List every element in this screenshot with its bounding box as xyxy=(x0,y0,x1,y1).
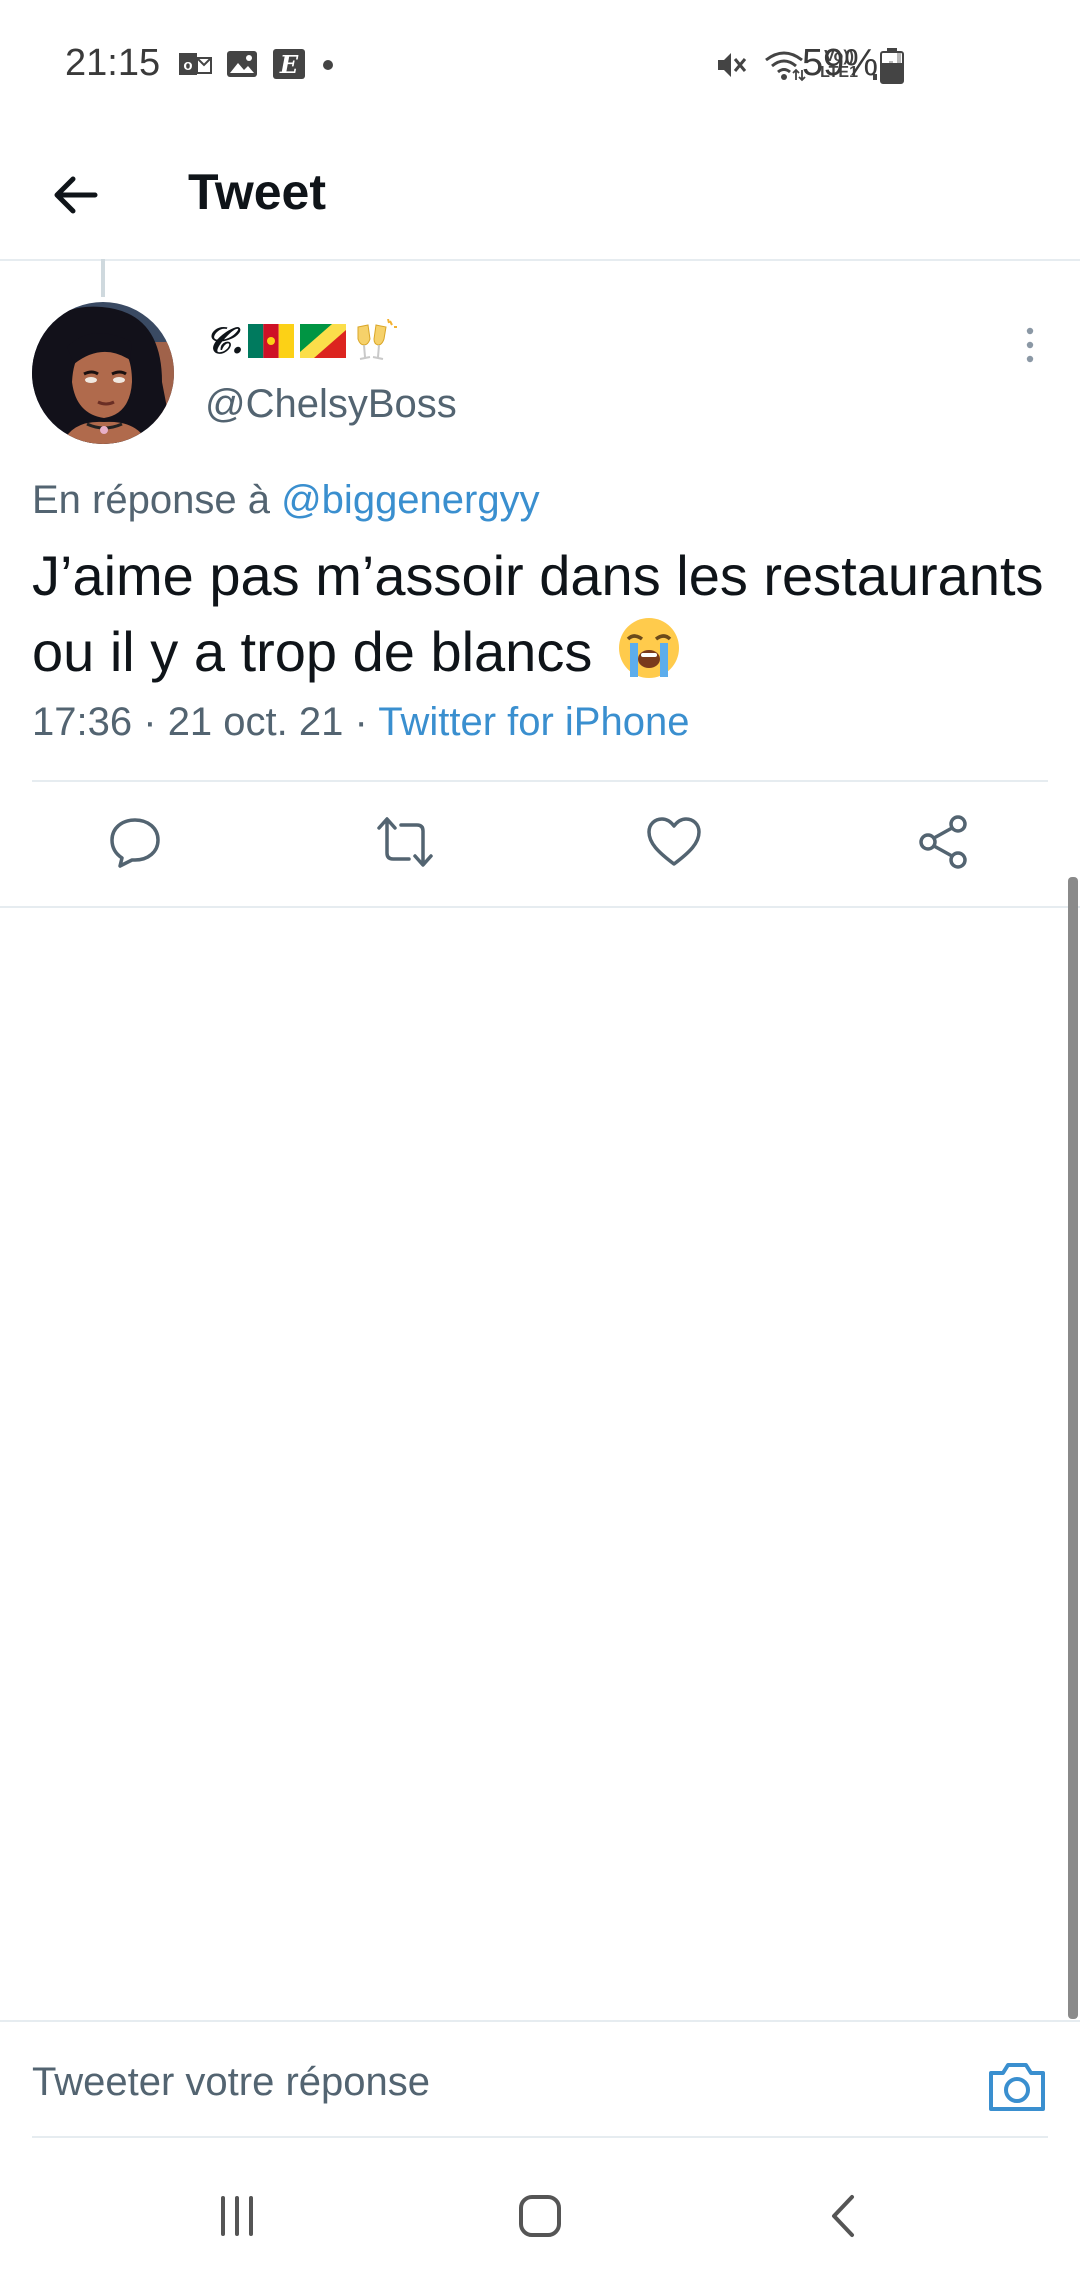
notification-icons: o E xyxy=(178,48,336,80)
gallery-icon xyxy=(227,51,257,77)
reply-icon xyxy=(110,818,160,868)
tweet-metadata: 17:36 · 21 oct. 21 · Twitter for iPhone xyxy=(32,700,689,745)
status-bar: 21:15 o E Vo)) LTE1 59% xyxy=(0,0,1080,135)
top-app-bar: Tweet xyxy=(0,135,1080,261)
reply-compose-input[interactable]: Tweeter votre réponse xyxy=(32,2060,430,2105)
share-button[interactable] xyxy=(914,812,974,872)
system-navigation-bar xyxy=(0,2140,1080,2280)
retweet-icon xyxy=(377,817,433,867)
divider xyxy=(32,2136,1048,2138)
back-nav-button[interactable] xyxy=(812,2186,872,2246)
arrow-left-icon xyxy=(54,176,98,214)
more-vertical-icon xyxy=(1026,327,1034,363)
home-button[interactable] xyxy=(510,2186,570,2246)
divider xyxy=(0,2020,1080,2022)
like-button[interactable] xyxy=(644,812,704,872)
mute-vibrate-icon xyxy=(718,53,747,77)
meta-separator-1: · xyxy=(143,700,157,744)
home-icon xyxy=(519,2195,561,2237)
loudly-crying-face-icon xyxy=(618,618,679,678)
status-time: 21:15 xyxy=(65,42,161,84)
divider xyxy=(0,906,1080,908)
reply-context: En réponse à @biggenergyy xyxy=(32,478,540,523)
flag-cameroon-icon xyxy=(247,324,294,358)
dot-icon xyxy=(323,60,333,70)
retweet-button[interactable] xyxy=(375,812,435,872)
display-name-text: 𝒞. xyxy=(205,319,244,362)
recent-apps-button[interactable] xyxy=(207,2186,267,2246)
clinking-glasses-icon xyxy=(357,319,397,360)
reply-prefix: En réponse à xyxy=(32,478,270,522)
page-title: Tweet xyxy=(188,164,326,220)
reply-button[interactable] xyxy=(105,812,165,872)
like-icon xyxy=(647,817,701,866)
thread-connector xyxy=(101,259,105,297)
scrollbar[interactable] xyxy=(1068,877,1078,2019)
avatar[interactable] xyxy=(32,302,174,444)
tweet-body: J’aime pas m’assoir dans les restaurants… xyxy=(32,544,1044,683)
battery-icon xyxy=(880,48,904,84)
display-name[interactable]: 𝒞. xyxy=(205,316,398,366)
tweet-source-link[interactable]: Twitter for iPhone xyxy=(378,700,689,744)
tweet-time: 17:36 xyxy=(32,700,133,744)
back-button[interactable] xyxy=(45,165,105,225)
camera-button[interactable] xyxy=(985,2055,1049,2119)
outlook-icon: o xyxy=(179,53,212,75)
tweet-actions-bar xyxy=(0,782,1080,907)
e-app-icon: E xyxy=(273,49,305,79)
more-options-button[interactable] xyxy=(1010,325,1050,365)
avatar-image xyxy=(32,302,174,444)
chevron-left-icon xyxy=(832,2195,854,2237)
share-icon xyxy=(919,815,967,869)
camera-icon xyxy=(989,2063,1045,2111)
tweet-text: J’aime pas m’assoir dans les restaurants… xyxy=(32,538,1052,690)
meta-separator-2: · xyxy=(354,700,368,744)
svg-text:o: o xyxy=(183,57,192,74)
recent-apps-icon xyxy=(221,2196,253,2236)
user-handle[interactable]: @ChelsyBoss xyxy=(205,382,457,427)
flag-congo-icon xyxy=(299,324,346,358)
svg-text:E: E xyxy=(279,50,299,79)
wifi-icon xyxy=(765,51,806,82)
reply-mention-link[interactable]: @biggenergyy xyxy=(281,478,540,522)
battery-percent: 59% xyxy=(802,42,879,84)
tweet-date: 21 oct. 21 xyxy=(167,700,344,744)
